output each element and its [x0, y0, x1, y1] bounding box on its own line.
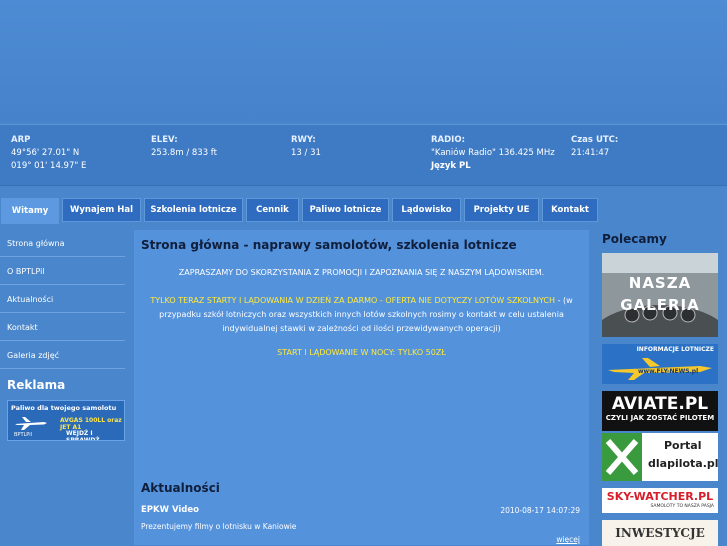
radio-value: "Kaniów Radio" 136.425 MHz [431, 148, 555, 158]
sidebar-item-galeria[interactable]: Galeria zdjęć [0, 342, 125, 369]
aviate-subtitle: CZYLI JAK ZOSTAĆ PILOTEM [605, 414, 715, 422]
sidebar-item-strona-glowna[interactable]: Strona główna [0, 230, 125, 257]
aviate-title: AVIATE.PL [611, 394, 709, 414]
free-landing-text: TYLKO TERAZ STARTY I LĄDOWANIA W DZIEŃ Z… [140, 294, 583, 336]
fuel-ad-banner[interactable]: Paliwo dla twojego samolotu BPTLPil AVGA… [7, 400, 125, 441]
tab-projekty-ue[interactable]: Projekty UE [464, 198, 539, 222]
news-item-title[interactable]: EPKW Video [141, 505, 199, 515]
news-section-title: Aktualności [141, 481, 220, 495]
rwy-label: RWY: [291, 135, 316, 145]
rwy-block: RWY: 13 / 31 [291, 134, 321, 160]
night-landing-text: START I LĄDOWANIE W NOCY: TYLKO 50ZŁ [277, 348, 446, 357]
cockpit-image [602, 253, 718, 337]
tab-cennik[interactable]: Cennik [246, 198, 299, 222]
sky-watcher-banner[interactable]: SKY-WATCHER.PL SAMOLOTY TO NASZA PASJA [602, 488, 718, 513]
inwestycje-banner[interactable]: INWESTYCJE [602, 520, 718, 546]
reklama-title: Reklama [7, 378, 66, 392]
tab-ladowisko[interactable]: Lądowisko [392, 198, 461, 222]
news-item-text: Prezentujemy filmy o lotnisku w Kaniowie [141, 522, 297, 531]
free-landing-highlight: TYLKO TERAZ STARTY I LĄDOWANIA W DZIEŃ Z… [150, 296, 556, 305]
utc-label: Czas UTC: [571, 135, 619, 145]
dlapilota-banner[interactable]: Portal dlapilota.pl [602, 433, 718, 481]
recommended-title: Polecamy [602, 232, 667, 246]
fly-news-line2: www.FLY-NEWS.pl [638, 368, 699, 375]
arp-block: ARP 49°56' 27.01" N 019° 01' 14.97" E [11, 134, 86, 173]
radio-block: RADIO: "Kaniów Radio" 136.425 MHz Język … [431, 134, 555, 173]
header-banner [0, 0, 727, 122]
elev-label: ELEV: [151, 135, 178, 145]
fly-news-line1: INFORMACJE LOTNICZE [636, 346, 714, 353]
main-content: Strona główna - naprawy samolotów, szkol… [134, 230, 589, 545]
ad-line2: AVGAS 100LL oraz JET A1 [60, 417, 122, 431]
ad-line1: Paliwo dla twojego samolotu [11, 404, 117, 412]
tab-wynajem-hal[interactable]: Wynajem Hal [62, 198, 141, 222]
sky-title: SKY-WATCHER.PL [606, 490, 714, 503]
airplane-icon [15, 417, 47, 430]
news-more-link[interactable]: więcej [556, 535, 580, 544]
arp-lon: 019° 01' 14.97" E [11, 161, 87, 171]
tab-szkolenia-lotnicze[interactable]: Szkolenia lotnicze [144, 198, 243, 222]
main-nav: Witamy Wynajem Hal Szkolenia lotnicze Ce… [0, 198, 727, 224]
gallery-line1: NASZA [628, 274, 692, 292]
promo-text: ZAPRASZAMY DO SKORZYSTANIA Z PROMOCJI I … [178, 268, 545, 277]
tab-kontakt[interactable]: Kontakt [542, 198, 598, 222]
sidebar-item-kontakt[interactable]: Kontakt [0, 314, 125, 341]
airport-info-bar: ARP 49°56' 27.01" N 019° 01' 14.97" E EL… [0, 124, 727, 186]
gallery-line2: GALERIA [620, 296, 700, 314]
inwest-title: INWESTYCJE [615, 526, 705, 540]
radio-label: RADIO: [431, 135, 465, 145]
elev-value: 253.8m / 833 ft [151, 148, 217, 158]
rwy-value: 13 / 31 [291, 148, 321, 158]
elev-block: ELEV: 253.8m / 833 ft [151, 134, 217, 160]
utc-block: Czas UTC: 21:41:47 [571, 134, 618, 160]
aviate-banner[interactable]: AVIATE.PL CZYLI JAK ZOSTAĆ PILOTEM [602, 391, 718, 431]
arp-lat: 49°56' 27.01" N [11, 148, 80, 158]
arp-label: ARP [11, 135, 31, 145]
tab-paliwo-lotnicze[interactable]: Paliwo lotnicze [302, 198, 389, 222]
ad-line3: WEJDŹ I SPRAWDŹ [66, 430, 100, 441]
sidebar-item-aktualnosci[interactable]: Aktualności [0, 286, 125, 313]
tab-witamy[interactable]: Witamy [1, 198, 59, 224]
fly-news-banner[interactable]: INFORMACJE LOTNICZE www.FLY-NEWS.pl [602, 344, 718, 384]
utc-value: 21:41:47 [571, 148, 610, 158]
portal-logo-icon [602, 433, 642, 481]
news-item-date: 2010-08-17 14:07:29 [500, 506, 580, 515]
page-title: Strona główna - naprawy samolotów, szkol… [141, 238, 517, 252]
ad-logo: BPTLPil [14, 432, 32, 438]
sidebar-item-o-bptlpil[interactable]: O BPTLPil [0, 258, 125, 285]
dlapilota-line1: Portal [664, 439, 702, 452]
language-link[interactable]: Język PL [431, 160, 555, 173]
sky-subtitle: SAMOLOTY TO NASZA PASJA [650, 504, 714, 509]
dlapilota-line2: dlapilota.pl [648, 457, 718, 470]
gallery-banner[interactable]: NASZA GALERIA [602, 253, 718, 337]
